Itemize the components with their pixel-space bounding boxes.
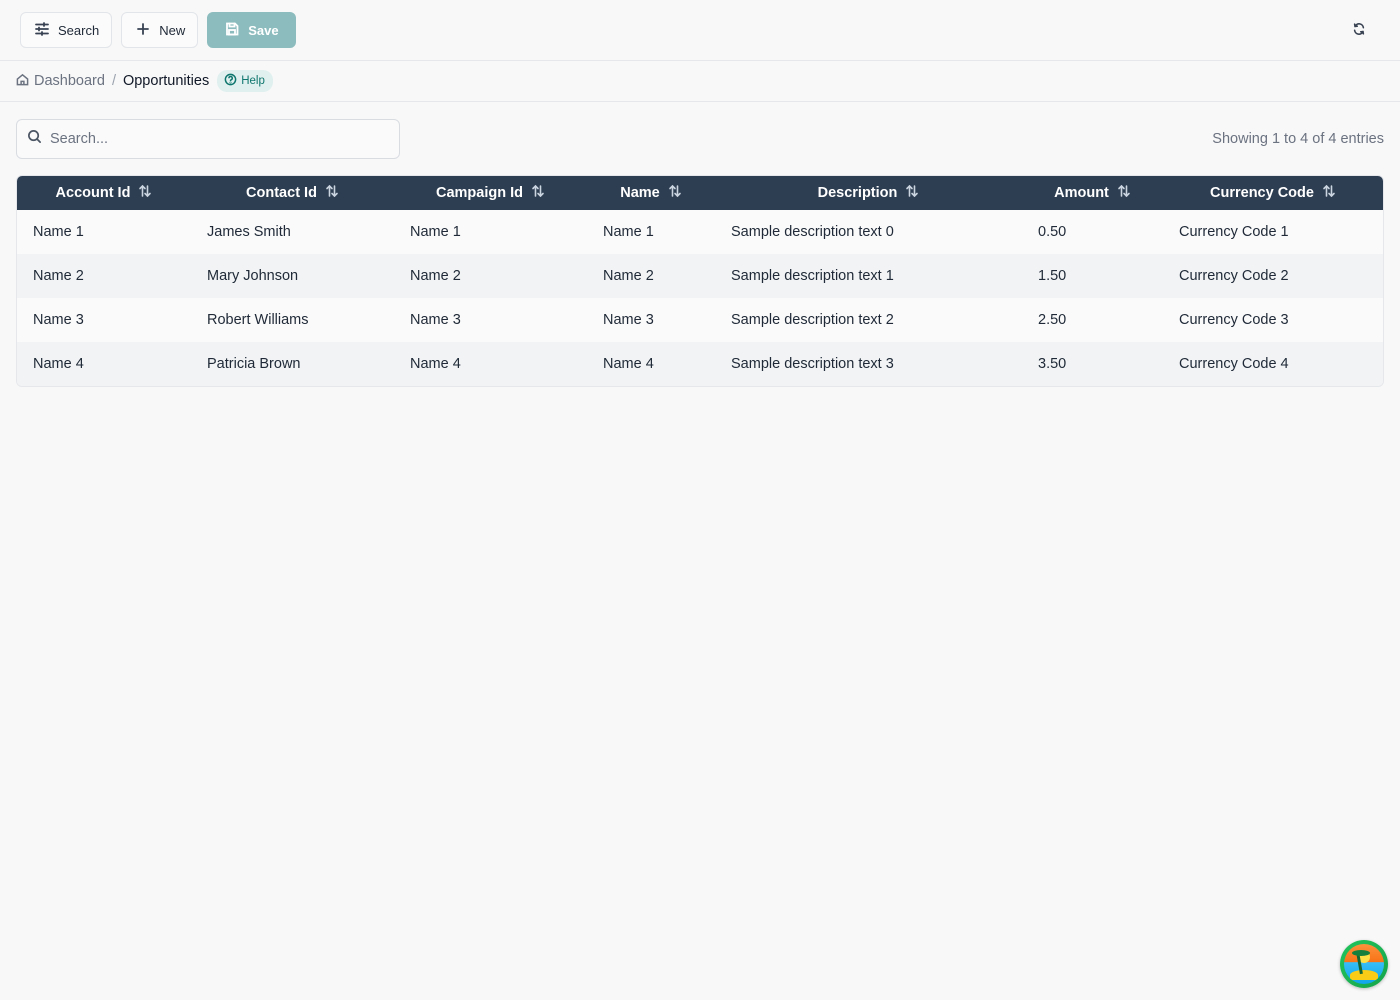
cell-description: Sample description text 1 — [731, 268, 894, 284]
cell-campaign-id: Name 1 — [410, 224, 461, 240]
save-button-label: Save — [248, 22, 279, 38]
search-button[interactable]: Search — [20, 12, 113, 48]
cell-contact-id: Patricia Brown — [207, 356, 301, 372]
cell-currency-code: Currency Code 3 — [1179, 312, 1289, 328]
sort-arrows-icon — [531, 184, 545, 202]
table-row[interactable]: Name 4 Patricia Brown Name 4 Name 4 Samp… — [17, 342, 1383, 386]
sliders-icon — [34, 21, 50, 40]
column-header-currency-code[interactable]: Currency Code — [1163, 176, 1383, 210]
cell-name: Name 3 — [603, 312, 654, 328]
column-header-account-id[interactable]: Account Id — [17, 176, 191, 210]
table-row[interactable]: Name 3 Robert Williams Name 3 Name 3 Sam… — [17, 298, 1383, 342]
sort-arrows-icon — [138, 184, 152, 202]
sort-arrows-icon — [1117, 184, 1131, 202]
cell-contact-id: James Smith — [207, 224, 291, 240]
breadcrumb: Dashboard / Opportunities Help — [0, 61, 1400, 102]
table-row[interactable]: Name 2 Mary Johnson Name 2 Name 2 Sample… — [17, 254, 1383, 298]
help-badge[interactable]: Help — [217, 70, 273, 92]
search-button-label: Search — [58, 22, 100, 38]
search-input[interactable] — [50, 130, 389, 147]
cell-campaign-id: Name 4 — [410, 356, 461, 372]
cell-account-id: Name 3 — [33, 312, 84, 328]
breadcrumb-separator: / — [111, 73, 116, 89]
cell-amount: 0.50 — [1038, 224, 1067, 240]
sort-arrows-icon — [905, 184, 919, 202]
help-label: Help — [241, 75, 265, 87]
breadcrumb-dashboard-label: Dashboard — [34, 73, 105, 89]
home-icon — [16, 73, 29, 90]
plus-icon — [135, 21, 151, 40]
entries-summary: Showing 1 to 4 of 4 entries — [1212, 130, 1384, 147]
breadcrumb-dashboard-link[interactable]: Dashboard — [16, 73, 105, 90]
cell-campaign-id: Name 2 — [410, 268, 461, 284]
cell-name: Name 1 — [603, 224, 654, 240]
cell-description: Sample description text 2 — [731, 312, 894, 328]
sort-arrows-icon — [668, 184, 682, 202]
cell-amount: 3.50 — [1038, 356, 1067, 372]
column-header-amount[interactable]: Amount — [1022, 176, 1163, 210]
cell-currency-code: Currency Code 2 — [1179, 268, 1289, 284]
opportunities-table: Account Id Contact Id Campaign Id Name D… — [16, 175, 1384, 387]
new-button-label: New — [159, 22, 186, 38]
refresh-button[interactable] — [1352, 22, 1368, 38]
cell-account-id: Name 1 — [33, 224, 84, 240]
cell-amount: 1.50 — [1038, 268, 1067, 284]
user-avatar[interactable] — [1340, 940, 1388, 988]
cell-account-id: Name 2 — [33, 268, 84, 284]
cell-account-id: Name 4 — [33, 356, 84, 372]
cell-name: Name 4 — [603, 356, 654, 372]
table-controls: Showing 1 to 4 of 4 entries — [0, 102, 1400, 175]
toolbar: Search New Save — [0, 0, 1400, 61]
cell-amount: 2.50 — [1038, 312, 1067, 328]
floppy-disk-icon — [224, 21, 240, 40]
cell-contact-id: Mary Johnson — [207, 268, 299, 284]
cell-currency-code: Currency Code 4 — [1179, 356, 1289, 372]
cell-description: Sample description text 3 — [731, 356, 894, 372]
new-button[interactable]: New — [121, 12, 199, 48]
column-header-name[interactable]: Name — [587, 176, 715, 210]
table-row[interactable]: Name 1 James Smith Name 1 Name 1 Sample … — [17, 210, 1383, 254]
column-header-description[interactable]: Description — [715, 176, 1022, 210]
search-field[interactable] — [16, 118, 400, 159]
question-circle-icon — [224, 73, 237, 89]
sort-arrows-icon — [1322, 184, 1336, 202]
tropical-island-avatar-image — [1344, 944, 1384, 984]
cell-campaign-id: Name 3 — [410, 312, 461, 328]
cell-currency-code: Currency Code 1 — [1179, 224, 1289, 240]
breadcrumb-current: Opportunities — [122, 73, 210, 89]
column-header-contact-id[interactable]: Contact Id — [191, 176, 394, 210]
table-header-row: Account Id Contact Id Campaign Id Name D… — [17, 176, 1383, 210]
search-icon — [27, 129, 42, 149]
cell-description: Sample description text 0 — [731, 224, 894, 240]
cell-name: Name 2 — [603, 268, 654, 284]
cell-contact-id: Robert Williams — [207, 312, 309, 328]
column-header-campaign-id[interactable]: Campaign Id — [394, 176, 587, 210]
save-button[interactable]: Save — [207, 12, 296, 48]
refresh-icon — [1352, 23, 1366, 40]
sort-arrows-icon — [325, 184, 339, 202]
